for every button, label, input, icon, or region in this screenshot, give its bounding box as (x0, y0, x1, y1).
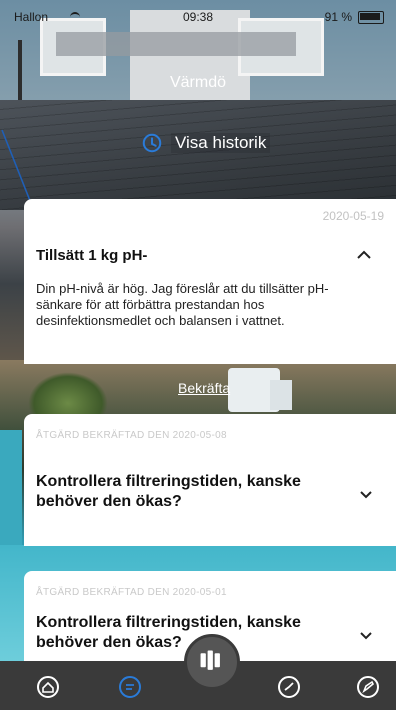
gauge-icon[interactable] (277, 675, 301, 699)
card-title: Kontrollera filtreringstiden, kanske beh… (36, 473, 301, 510)
confirmed-action-card[interactable]: ÅTGÄRD BEKRÄFTAD DEN 2020-05-08 Kontroll… (24, 414, 396, 546)
card-caption: ÅTGÄRD BEKRÄFTAD DEN 2020-05-01 (36, 587, 227, 598)
redacted-bar (56, 32, 296, 56)
card-title: Tillsätt 1 kg pH- (36, 247, 148, 264)
edit-icon[interactable] (356, 675, 380, 699)
pool-center-button[interactable] (184, 634, 240, 690)
chat-icon[interactable] (118, 675, 142, 699)
chevron-up-icon[interactable] (354, 245, 374, 265)
card-body: Din pH-nivå är hög. Jag föreslår att du … (36, 281, 329, 328)
history-button-label: Visa historik (171, 133, 271, 153)
pool-icon (200, 650, 220, 670)
history-button[interactable]: Visa historik (141, 128, 271, 158)
battery-icon (358, 11, 384, 24)
battery-label: 91 % (324, 10, 352, 24)
card-title: Kontrollera filtreringstiden, kanske beh… (36, 614, 301, 651)
lounge-chair (270, 380, 292, 410)
pool-edge (0, 430, 22, 550)
recommendation-card[interactable]: 2020-05-19 Tillsätt 1 kg pH- Din pH-nivå… (24, 199, 396, 364)
chevron-down-icon[interactable] (358, 627, 374, 643)
chevron-down-icon[interactable] (358, 486, 374, 502)
confirm-button[interactable]: Bekräfta (178, 380, 230, 396)
history-clock-icon (142, 133, 162, 153)
home-icon[interactable] (36, 675, 60, 699)
card-caption: ÅTGÄRD BEKRÄFTAD DEN 2020-05-08 (36, 430, 227, 441)
card-date: 2020-05-19 (322, 209, 384, 223)
